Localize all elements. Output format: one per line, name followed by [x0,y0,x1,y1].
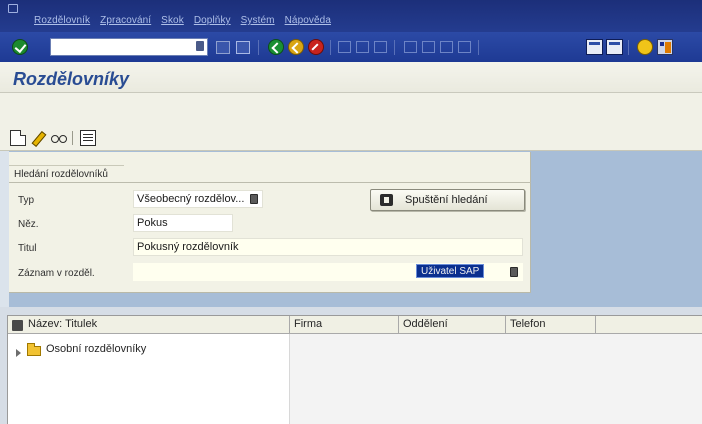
toolbar-separator [330,40,331,55]
command-input[interactable] [51,39,191,55]
next-page-icon[interactable] [440,41,453,53]
command-history-icon[interactable] [196,41,204,51]
menu-item-system[interactable]: Systém [241,15,275,26]
find-next-icon[interactable] [374,41,387,53]
folder-icon [27,343,41,356]
enter-check-icon[interactable] [12,39,28,55]
entry-label: Záznam v rozděl. [18,268,95,279]
name-label: Něz. [18,219,39,230]
create-icon[interactable] [10,130,26,146]
command-field[interactable] [50,38,208,56]
tree-item-personal-lists[interactable]: Osobní rozdělovníky [46,343,146,355]
col-header-oddeleni[interactable]: Oddělení [399,316,506,334]
toolbar-separator [478,40,479,55]
toolbar-separator [628,40,629,55]
col-header-name[interactable]: Název: Titulek [8,316,290,334]
back-icon[interactable] [268,39,284,55]
new-session-icon[interactable] [586,39,603,55]
previous-page-icon[interactable] [422,41,435,53]
title-label: Titul [18,243,37,254]
menu-item-doplnky[interactable]: Doplňky [194,15,231,26]
start-search-button[interactable]: Spuštění hledání [370,189,525,211]
entry-dropdown-icon[interactable] [510,267,518,277]
first-page-icon[interactable] [404,41,417,53]
search-group-title: Hledání rozdělovníků [9,165,132,182]
start-search-label: Spuštění hledání [405,194,488,206]
sap-user-value[interactable]: Uživatel SAP [416,264,485,278]
list-icon[interactable] [80,130,96,146]
col-header-name-label: Název: Titulek [28,318,98,330]
expand-arrow-icon[interactable] [16,349,21,357]
shortcut-icon[interactable] [606,39,623,55]
type-field[interactable]: Všeobecný rozdělov... [133,190,263,208]
menu-item-rozdelovnik[interactable]: Rozdělovník [34,15,90,26]
title-field[interactable]: Pokusný rozdělovník [133,238,523,256]
distribution-list-tree: Název: Titulek Firma Oddělení Telefon [7,315,702,424]
col-header-empty [596,316,702,334]
menu-item-skok[interactable]: Skok [161,15,184,26]
print-icon[interactable] [338,41,351,53]
title-bar: Rozdělovníky [0,62,702,93]
cancel-icon[interactable] [308,39,324,55]
binoculars-icon [380,194,393,206]
change-pencil-icon[interactable] [30,130,46,146]
name-field[interactable]: Pokus [133,214,233,232]
toolbar-separator [72,131,73,145]
find-icon[interactable] [356,41,369,53]
standard-toolbar [0,32,702,62]
column-header-icon [12,320,23,331]
type-label: Typ [18,195,35,206]
detail-columns [290,334,702,424]
display-glasses-icon[interactable] [50,130,67,146]
group-divider [9,182,531,183]
scroll-icon[interactable] [216,41,230,54]
help-icon[interactable] [637,39,653,55]
menu-item-zpracovani[interactable]: Zpracování [100,15,151,26]
system-menu-icon[interactable] [8,4,18,13]
menu-item-napoveda[interactable]: Nápověda [285,15,331,26]
menu-items: Rozdělovník Zpracování Skok Doplňky Syst… [34,15,331,26]
page-title: Rozdělovníky [13,69,130,89]
toolbar-separator [258,40,259,55]
col-header-telefon[interactable]: Telefon [506,316,596,334]
col-header-firma[interactable]: Firma [290,316,399,334]
application-toolbar [0,93,702,151]
toolbar-separator [394,40,395,55]
last-page-icon[interactable] [458,41,471,53]
type-dropdown-icon[interactable] [250,194,258,204]
menu-bar: Rozdělovník Zpracování Skok Doplňky Syst… [0,0,702,32]
exit-icon[interactable] [288,39,304,55]
left-strip [0,151,9,307]
customize-layout-icon[interactable] [657,39,673,55]
save-icon[interactable] [236,41,250,54]
